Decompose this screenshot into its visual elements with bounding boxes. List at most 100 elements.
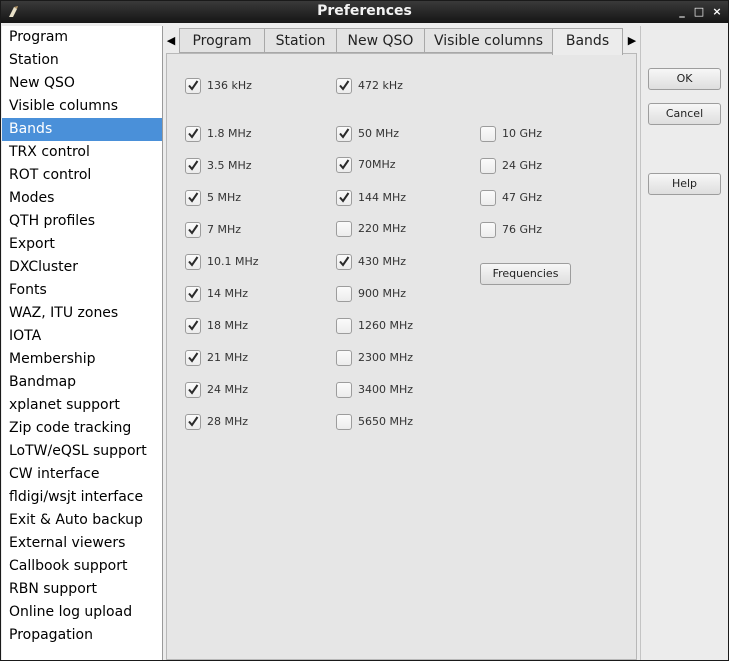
band-label: 28 MHz <box>207 415 249 428</box>
sidebar-item-program[interactable]: Program <box>2 26 162 49</box>
sidebar-item-xplanet-support[interactable]: xplanet support <box>2 394 162 417</box>
sidebar-item-export[interactable]: Export <box>2 233 162 256</box>
tab-new-qso[interactable]: New QSO <box>336 28 425 53</box>
preferences-window: Preferences _ □ × Program Station New QSO V… <box>0 0 729 661</box>
ok-button[interactable]: OK <box>648 68 721 90</box>
band-label: 24 MHz <box>207 383 249 396</box>
band-label: 7 MHz <box>207 223 242 236</box>
checkbox-checked-icon[interactable] <box>185 254 201 270</box>
checkbox-checked-icon[interactable] <box>336 157 352 173</box>
help-button[interactable]: Help <box>648 173 721 195</box>
title-bar[interactable]: Preferences _ □ × <box>1 1 728 23</box>
sidebar-item-lotw-eqsl-support[interactable]: LoTW/eQSL support <box>2 440 162 463</box>
band-label: 136 kHz <box>207 79 252 92</box>
bands-panel: Frequencies 136 kHz 1.8 MHz 3.5 MHz 5 MHz 7 … <box>166 53 637 660</box>
checkbox-unchecked-icon[interactable] <box>336 318 352 334</box>
band-label: 2300 MHz <box>358 351 414 364</box>
checkbox-checked-icon[interactable] <box>185 414 201 430</box>
sidebar-item-visible-columns[interactable]: Visible columns <box>2 95 162 118</box>
checkbox-unchecked-icon[interactable] <box>336 221 352 237</box>
preferences-sidebar: Program Station New QSO Visible columns Band… <box>2 26 163 660</box>
band-label: 21 MHz <box>207 351 249 364</box>
sidebar-item-membership[interactable]: Membership <box>2 348 162 371</box>
cancel-button[interactable]: Cancel <box>648 103 721 125</box>
tab-program[interactable]: Program <box>179 28 265 53</box>
checkbox-checked-icon[interactable] <box>185 126 201 142</box>
checkbox-unchecked-icon[interactable] <box>480 190 496 206</box>
sidebar-item-fonts[interactable]: Fonts <box>2 279 162 302</box>
checkbox-unchecked-icon[interactable] <box>480 222 496 238</box>
checkbox-checked-icon[interactable] <box>185 78 201 94</box>
sidebar-item-callbook-support[interactable]: Callbook support <box>2 555 162 578</box>
checkbox-checked-icon[interactable] <box>336 190 352 206</box>
band-label: 1260 MHz <box>358 319 414 332</box>
band-label: 10 GHz <box>502 127 543 140</box>
band-label: 5 MHz <box>207 191 242 204</box>
divider <box>640 26 641 660</box>
tab-station[interactable]: Station <box>264 28 337 53</box>
checkbox-checked-icon[interactable] <box>185 382 201 398</box>
sidebar-item-station[interactable]: Station <box>2 49 162 72</box>
sidebar-item-modes[interactable]: Modes <box>2 187 162 210</box>
sidebar-item-fldigi-wsjt-interface[interactable]: fldigi/wsjt interface <box>2 486 162 509</box>
sidebar-item-iota[interactable]: IOTA <box>2 325 162 348</box>
window-title: Preferences <box>317 3 412 19</box>
sidebar-item-online-log-upload[interactable]: Online log upload <box>2 601 162 624</box>
band-label: 14 MHz <box>207 287 249 300</box>
checkbox-checked-icon[interactable] <box>185 350 201 366</box>
band-label: 144 MHz <box>358 191 407 204</box>
sidebar-item-zip-code-tracking[interactable]: Zip code tracking <box>2 417 162 440</box>
frequencies-button[interactable]: Frequencies <box>480 263 571 285</box>
maximize-icon[interactable]: □ <box>692 4 706 20</box>
sidebar-item-cw-interface[interactable]: CW interface <box>2 463 162 486</box>
band-label: 47 GHz <box>502 191 543 204</box>
checkbox-unchecked-icon[interactable] <box>336 350 352 366</box>
sidebar-item-trx-control[interactable]: TRX control <box>2 141 162 164</box>
sidebar-item-qth-profiles[interactable]: QTH profiles <box>2 210 162 233</box>
band-label: 472 kHz <box>358 79 403 92</box>
checkbox-checked-icon[interactable] <box>185 158 201 174</box>
band-label: 76 GHz <box>502 223 543 236</box>
checkbox-unchecked-icon[interactable] <box>480 158 496 174</box>
band-label: 18 MHz <box>207 319 249 332</box>
sidebar-item-exit-auto-backup[interactable]: Exit & Auto backup <box>2 509 162 532</box>
band-label: 50 MHz <box>358 127 400 140</box>
sidebar-item-external-viewers[interactable]: External viewers <box>2 532 162 555</box>
band-label: 430 MHz <box>358 255 407 268</box>
tab-scroll-right-icon[interactable]: ▶ <box>624 28 640 53</box>
band-label: 24 GHz <box>502 159 543 172</box>
checkbox-checked-icon[interactable] <box>336 78 352 94</box>
checkbox-unchecked-icon[interactable] <box>336 382 352 398</box>
tab-visible-columns[interactable]: Visible columns <box>424 28 553 53</box>
sidebar-item-bandmap[interactable]: Bandmap <box>2 371 162 394</box>
sidebar-item-bands[interactable]: Bands <box>2 118 162 141</box>
sidebar-item-rbn-support[interactable]: RBN support <box>2 578 162 601</box>
checkbox-unchecked-icon[interactable] <box>336 414 352 430</box>
sidebar-item-propagation[interactable]: Propagation <box>2 624 162 647</box>
tab-scroll-left-icon[interactable]: ◀ <box>163 28 179 53</box>
checkbox-checked-icon[interactable] <box>336 254 352 270</box>
sidebar-item-new-qso[interactable]: New QSO <box>2 72 162 95</box>
band-label: 5650 MHz <box>358 415 414 428</box>
tab-bands[interactable]: Bands <box>552 28 623 55</box>
checkbox-checked-icon[interactable] <box>185 190 201 206</box>
sidebar-item-dxcluster[interactable]: DXCluster <box>2 256 162 279</box>
band-label: 1.8 MHz <box>207 127 252 140</box>
checkbox-unchecked-icon[interactable] <box>336 286 352 302</box>
band-label: 70MHz <box>358 158 396 171</box>
band-label: 3400 MHz <box>358 383 414 396</box>
sidebar-item-rot-control[interactable]: ROT control <box>2 164 162 187</box>
sidebar-item-waz-itu-zones[interactable]: WAZ, ITU zones <box>2 302 162 325</box>
checkbox-checked-icon[interactable] <box>185 222 201 238</box>
checkbox-unchecked-icon[interactable] <box>480 126 496 142</box>
band-label: 3.5 MHz <box>207 159 252 172</box>
checkbox-checked-icon[interactable] <box>185 286 201 302</box>
tab-strip: ◀ Program Station New QSO Visible column… <box>163 28 640 55</box>
band-label: 10.1 MHz <box>207 255 259 268</box>
checkbox-checked-icon[interactable] <box>185 318 201 334</box>
band-label: 220 MHz <box>358 222 407 235</box>
close-icon[interactable]: × <box>710 4 724 20</box>
checkbox-checked-icon[interactable] <box>336 126 352 142</box>
band-label: 900 MHz <box>358 287 407 300</box>
minimize-icon[interactable]: _ <box>675 4 689 20</box>
